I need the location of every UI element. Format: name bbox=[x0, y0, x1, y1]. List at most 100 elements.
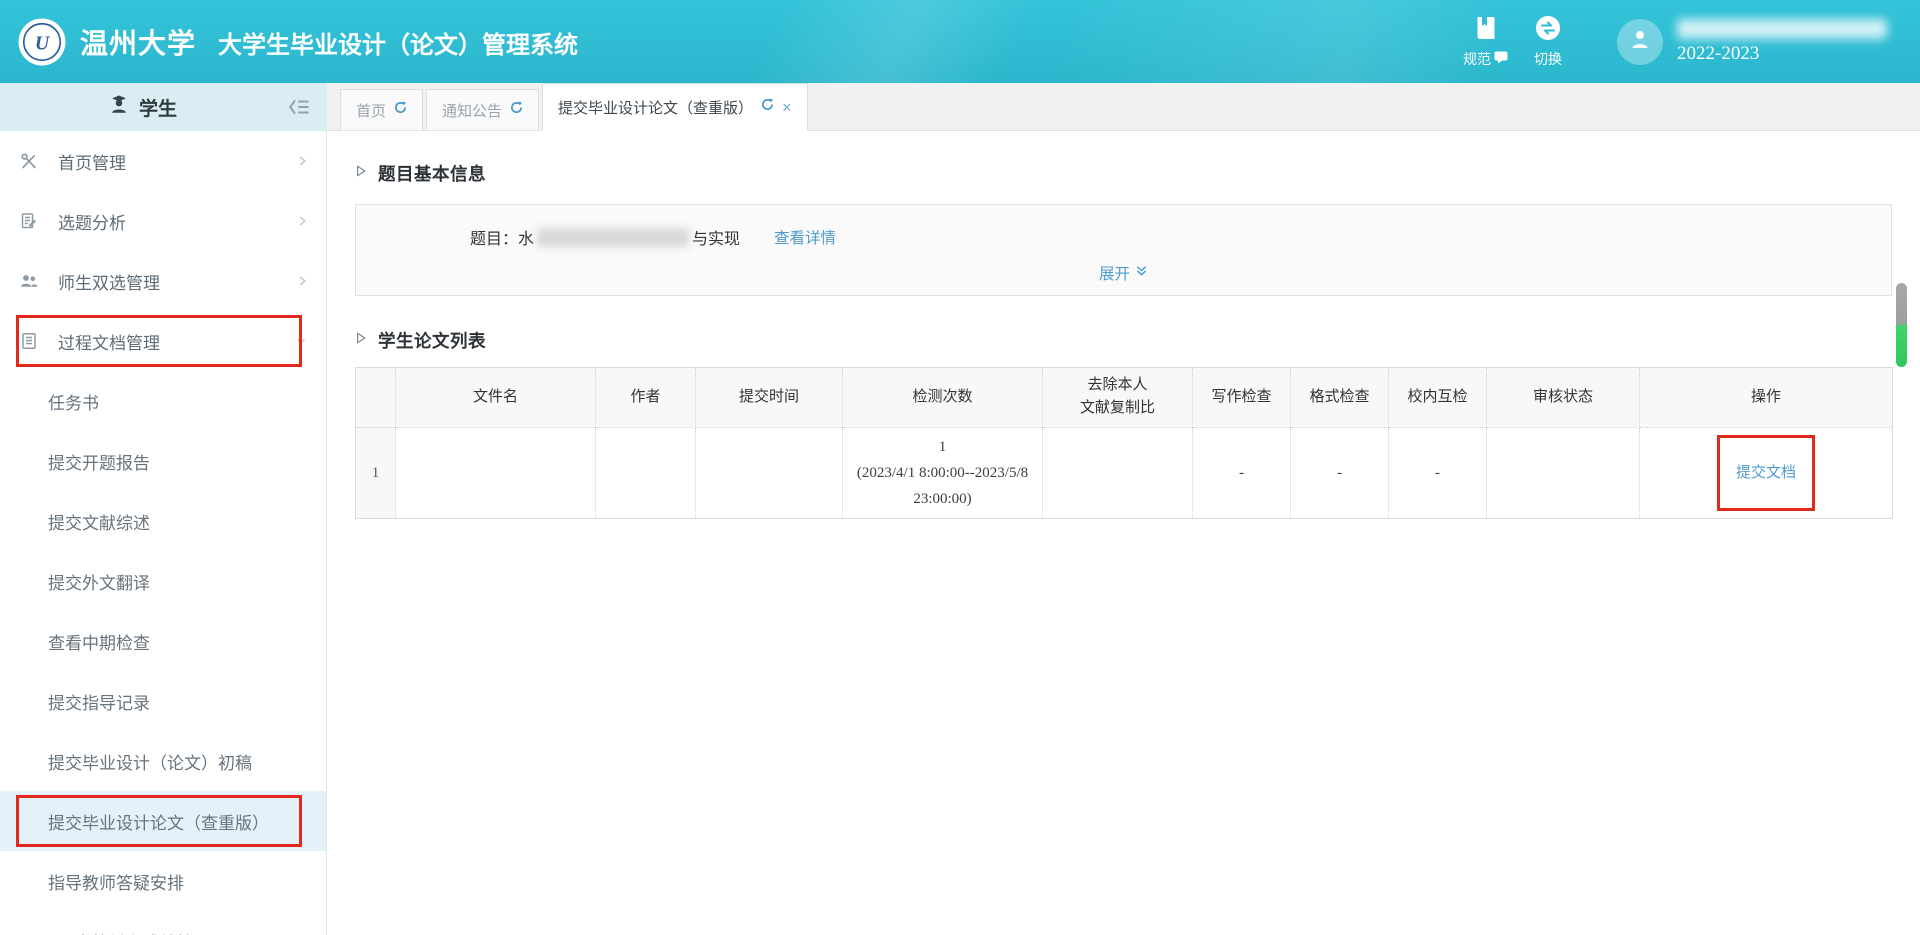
expand-link[interactable]: 展开 bbox=[1099, 262, 1148, 284]
chevron-down-icon bbox=[294, 336, 308, 346]
sidebar-item-label: 师生双选管理 bbox=[58, 269, 160, 294]
tab-bar: 首页通知公告 提交毕业设计论文（查重版） × bbox=[327, 83, 1920, 131]
sidebar-item[interactable]: 评审答辩和成绩管理 bbox=[0, 911, 326, 935]
person-icon bbox=[1628, 27, 1652, 56]
scroll-indicator[interactable] bbox=[1896, 283, 1907, 367]
sidebar-subitem-label: 提交毕业设计论文（查重版） bbox=[48, 809, 269, 834]
top-header: U 温州大学 大学生毕业设计（论文）管理系统 规范 bbox=[0, 0, 1920, 83]
topic-section-title: 题目基本信息 bbox=[378, 161, 486, 186]
brand: U 温州大学 大学生毕业设计（论文）管理系统 bbox=[18, 18, 578, 66]
app: U 温州大学 大学生毕业设计（论文）管理系统 规范 bbox=[0, 0, 1920, 935]
view-details-link[interactable]: 查看详情 bbox=[774, 226, 836, 248]
switch-button[interactable]: 切换 bbox=[1534, 15, 1562, 69]
sidebar: 学生 首页管理选题分析师生双选管理过程文档管理任务书提交开题报告提交文献综述提交… bbox=[0, 83, 327, 935]
table-header-cell: 格式检查 bbox=[1291, 368, 1389, 428]
table-cell: - bbox=[1291, 427, 1389, 519]
table-header-cell: 提交时间 bbox=[696, 368, 843, 428]
table-header-cell: 写作检查 bbox=[1193, 368, 1291, 428]
tab-label: 通知公告 bbox=[442, 100, 502, 121]
sidebar-menu: 首页管理选题分析师生双选管理过程文档管理任务书提交开题报告提交文献综述提交外文翻… bbox=[0, 131, 326, 935]
book-icon bbox=[1474, 15, 1498, 46]
sidebar-subitem-label: 任务书 bbox=[48, 389, 99, 414]
redacted-username bbox=[1677, 19, 1887, 39]
sidebar-subitem-label: 提交毕业设计（论文）初稿 bbox=[48, 749, 252, 774]
table-header-cell: 操作 bbox=[1640, 368, 1893, 428]
sidebar-subitem[interactable]: 提交文献综述 bbox=[0, 491, 326, 551]
topic-analysis-icon bbox=[20, 212, 40, 230]
standards-button[interactable]: 规范 bbox=[1463, 15, 1508, 69]
sidebar-subitem-label: 提交外文翻译 bbox=[48, 569, 150, 594]
sidebar-item-label: 首页管理 bbox=[58, 149, 126, 174]
action-cell-content: 提交文档 bbox=[1730, 458, 1802, 488]
standards-label: 规范 bbox=[1463, 49, 1491, 69]
page-body: 题目基本信息 题目：水 与实现 查看详情 展开 bbox=[327, 131, 1920, 935]
table-header-cell: 审核状态 bbox=[1487, 368, 1640, 428]
table-cell: 提交文档 bbox=[1640, 427, 1893, 519]
sidebar-subitem-label: 提交开题报告 bbox=[48, 449, 150, 474]
sidebar-subitem[interactable]: 提交开题报告 bbox=[0, 431, 326, 491]
table-row: 1 1 (2023/4/1 8:00:00--2023/5/8 23:00:00)… bbox=[356, 427, 1893, 519]
document-icon bbox=[20, 332, 40, 350]
topbar-actions: 规范 切换 bbox=[1437, 15, 1892, 69]
tab-2[interactable]: 通知公告 bbox=[426, 89, 539, 130]
table-cell bbox=[396, 427, 596, 519]
tab-label: 提交毕业设计论文（查重版） bbox=[558, 97, 753, 118]
table-cell bbox=[596, 427, 696, 519]
table-header-cell: 文件名 bbox=[396, 368, 596, 428]
sidebar-item-label: 评审答辩和成绩管理 bbox=[58, 929, 211, 935]
user-info: 2022-2023 bbox=[1677, 19, 1892, 65]
table-header-cell: 检测次数 bbox=[843, 368, 1043, 428]
switch-label: 切换 bbox=[1534, 49, 1562, 69]
submit-document-link[interactable]: 提交文档 bbox=[1736, 465, 1796, 481]
main-content: 首页通知公告 提交毕业设计论文（查重版） × 题目基本信息 题目：水 与实现 查看详情 bbox=[327, 83, 1920, 935]
sidebar-subitem-label: 提交指导记录 bbox=[48, 689, 150, 714]
chat-bubble-icon bbox=[1494, 51, 1508, 67]
sidebar-item[interactable]: 过程文档管理 bbox=[0, 311, 326, 371]
sidebar-subitem[interactable]: 提交外文翻译 bbox=[0, 551, 326, 611]
sidebar-subitem[interactable]: 提交毕业设计（论文）初稿 bbox=[0, 731, 326, 791]
table-cell bbox=[1487, 427, 1640, 519]
university-name: 温州大学 bbox=[80, 22, 196, 62]
table-cell bbox=[696, 427, 843, 519]
svg-text:U: U bbox=[35, 32, 51, 54]
sidebar-subitem[interactable]: 提交毕业设计论文（查重版） bbox=[0, 791, 326, 851]
university-logo-icon: U bbox=[18, 18, 66, 66]
collapse-sidebar-icon[interactable] bbox=[288, 98, 310, 116]
topic-text-start: 水 bbox=[518, 225, 534, 249]
sidebar-item-label: 过程文档管理 bbox=[58, 329, 160, 354]
table-header-cell: 校内互检 bbox=[1389, 368, 1487, 428]
tab-1[interactable]: 首页 bbox=[340, 89, 423, 130]
refresh-icon[interactable] bbox=[510, 101, 523, 119]
sidebar-item[interactable]: 师生双选管理 bbox=[0, 251, 326, 311]
table-cell: - bbox=[1389, 427, 1487, 519]
triangle-icon bbox=[355, 164, 367, 183]
table-cell: 1 (2023/4/1 8:00:00--2023/5/8 23:00:00) bbox=[843, 427, 1043, 519]
redacted-topic-text bbox=[537, 228, 689, 247]
people-icon bbox=[20, 272, 40, 290]
refresh-icon[interactable] bbox=[761, 98, 774, 116]
list-section-header: 学生论文列表 bbox=[355, 328, 1920, 353]
sidebar-subitem-label: 指导教师答疑安排 bbox=[48, 869, 184, 894]
tab-3[interactable]: 提交毕业设计论文（查重版） × bbox=[542, 83, 808, 131]
topic-label: 题目： bbox=[470, 225, 518, 249]
table-header-cell: 去除本人 文献复制比 bbox=[1043, 368, 1193, 428]
avatar[interactable] bbox=[1617, 19, 1663, 65]
table-cell: 1 bbox=[356, 427, 396, 519]
chevron-right-icon bbox=[297, 153, 308, 169]
sidebar-item-label: 选题分析 bbox=[58, 209, 126, 234]
sidebar-subitem[interactable]: 任务书 bbox=[0, 371, 326, 431]
close-icon[interactable]: × bbox=[782, 99, 792, 116]
table-header-row: 文件名作者提交时间检测次数去除本人 文献复制比写作检查格式检查校内互检审核状态操… bbox=[356, 368, 1893, 428]
sidebar-subitem[interactable]: 提交指导记录 bbox=[0, 671, 326, 731]
sidebar-item[interactable]: 首页管理 bbox=[0, 131, 326, 191]
table-cell bbox=[1043, 427, 1193, 519]
triangle-icon bbox=[355, 331, 367, 350]
sidebar-subitem[interactable]: 指导教师答疑安排 bbox=[0, 851, 326, 911]
sidebar-item[interactable]: 选题分析 bbox=[0, 191, 326, 251]
switch-icon bbox=[1535, 15, 1561, 46]
sidebar-subitem-label: 提交文献综述 bbox=[48, 509, 150, 534]
academic-year: 2022-2023 bbox=[1677, 43, 1892, 65]
topic-text-end: 与实现 bbox=[692, 225, 740, 249]
sidebar-subitem[interactable]: 查看中期检查 bbox=[0, 611, 326, 671]
refresh-icon[interactable] bbox=[394, 101, 407, 119]
